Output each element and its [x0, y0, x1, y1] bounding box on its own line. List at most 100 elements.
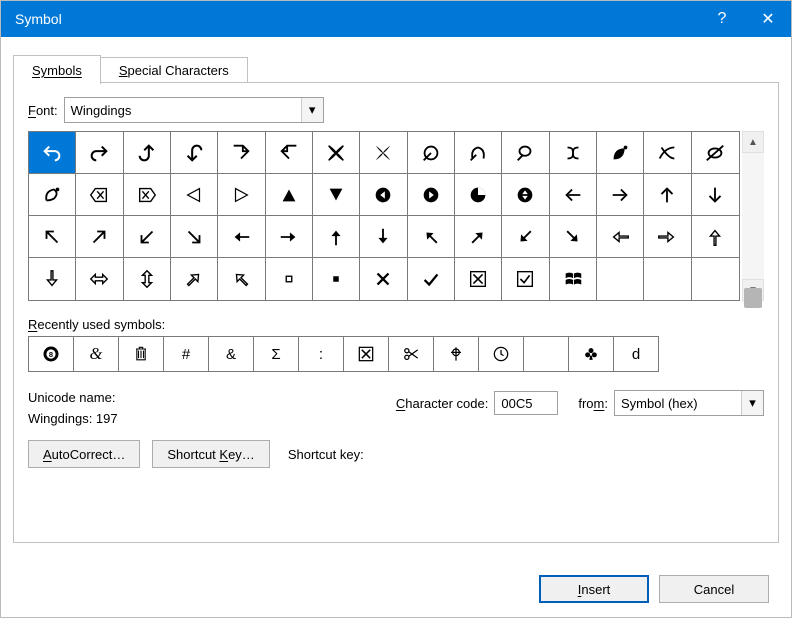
symbol-cell-small-sq[interactable] — [266, 258, 313, 300]
symbol-cell-solid-sq[interactable] — [313, 258, 360, 300]
symbol-cell-up-arrow-back[interactable] — [124, 132, 171, 174]
symbol-cell-outline-nesw[interactable] — [218, 258, 265, 300]
recent-cell-ampersand-script[interactable] — [73, 336, 119, 372]
symbol-cell-bud2[interactable] — [455, 132, 502, 174]
from-dropdown[interactable]: Symbol (hex) ▾ — [614, 390, 764, 416]
symbol-cell-leaf-curl[interactable] — [29, 174, 76, 216]
symbol-cell-erase-left[interactable] — [76, 174, 123, 216]
symbol-cell-empty[interactable] — [597, 258, 644, 300]
char-code-label: Character code: — [396, 396, 489, 411]
symbol-cell-heavy-left[interactable] — [218, 216, 265, 258]
symbol-cell-arrow-nw[interactable] — [29, 216, 76, 258]
tab-symbols[interactable]: Symbols — [13, 55, 101, 84]
symbol-cell-tri-right[interactable] — [218, 174, 265, 216]
recent-cell-clock[interactable] — [478, 336, 524, 372]
recent-cell-celtic-cross[interactable] — [433, 336, 479, 372]
symbol-cell-outline-nwse[interactable] — [171, 258, 218, 300]
symbol-cell-outline-left[interactable] — [597, 216, 644, 258]
cancel-button[interactable]: Cancel — [659, 575, 769, 603]
scrollbar[interactable]: ▲ ▼ — [742, 131, 764, 301]
recent-cell-ampersand[interactable] — [208, 336, 254, 372]
symbol-cell-tri-left[interactable] — [171, 174, 218, 216]
from-value: Symbol (hex) — [621, 396, 698, 411]
symbol-cell-circle-left[interactable] — [360, 174, 407, 216]
recent-cell-d[interactable] — [613, 336, 659, 372]
font-label: Font: — [28, 103, 58, 118]
symbol-cell-bud3[interactable] — [502, 132, 549, 174]
tab-bar: Symbols Special Characters — [13, 51, 779, 83]
symbol-cell-boxed-x[interactable] — [455, 258, 502, 300]
tab-special-characters[interactable]: Special Characters — [100, 57, 248, 83]
symbol-cell-arrow-down[interactable] — [692, 174, 739, 216]
symbol-cell-heavy-down[interactable] — [360, 216, 407, 258]
close-button[interactable]: ✕ — [745, 1, 791, 37]
symbol-cell-arrow-up[interactable] — [644, 174, 691, 216]
symbol-cell-heavy-sw[interactable] — [502, 216, 549, 258]
recent-cell-hash[interactable] — [163, 336, 209, 372]
symbol-cell-tri-up[interactable] — [266, 174, 313, 216]
font-value: Wingdings — [71, 103, 132, 118]
symbol-cell-outline-down[interactable] — [29, 258, 76, 300]
symbol-cell-empty[interactable] — [692, 258, 739, 300]
symbol-cell-clock-circle[interactable] — [455, 174, 502, 216]
symbol-cell-flower-x[interactable] — [313, 132, 360, 174]
shortcut-key-button[interactable]: Shortcut Key… — [152, 440, 269, 468]
symbol-cell-boxed-check[interactable] — [502, 258, 549, 300]
unicode-name-value: Wingdings: 197 — [28, 411, 396, 426]
recent-cell-colon[interactable] — [298, 336, 344, 372]
symbol-cell-heavy-up[interactable] — [313, 216, 360, 258]
symbol-cell-heavy-right[interactable] — [266, 216, 313, 258]
recent-cell-trash[interactable] — [118, 336, 164, 372]
symbol-cell-down-arrow-back[interactable] — [171, 132, 218, 174]
font-dropdown[interactable]: Wingdings ▾ — [64, 97, 324, 123]
symbol-grid — [28, 131, 740, 301]
symbol-cell-outline-ud[interactable] — [124, 258, 171, 300]
symbol-cell-tri-down[interactable] — [313, 174, 360, 216]
symbol-cell-empty[interactable] — [644, 258, 691, 300]
recent-cell-sigma[interactable] — [253, 336, 299, 372]
chevron-down-icon[interactable]: ▾ — [301, 98, 323, 122]
symbol-cell-heavy-se[interactable] — [550, 216, 597, 258]
scroll-track[interactable] — [742, 153, 764, 279]
symbol-cell-erase-right[interactable] — [124, 174, 171, 216]
symbol-cell-knot[interactable] — [550, 132, 597, 174]
symbol-cell-arrow-left[interactable] — [550, 174, 597, 216]
symbol-cell-heavy-ne[interactable] — [455, 216, 502, 258]
symbol-cell-windows-logo[interactable] — [550, 258, 597, 300]
recent-cell-scissors[interactable] — [388, 336, 434, 372]
recent-cell-blob[interactable] — [523, 336, 569, 372]
help-button[interactable]: ? — [699, 1, 745, 37]
symbol-cell-turn-left[interactable] — [266, 132, 313, 174]
recent-cell-boxed-x[interactable] — [343, 336, 389, 372]
recent-cell-club[interactable] — [568, 336, 614, 372]
symbol-cell-arrow-se[interactable] — [171, 216, 218, 258]
symbol-cell-leaf[interactable] — [597, 132, 644, 174]
symbol-cell-outline-up[interactable] — [692, 216, 739, 258]
symbol-cell-circle-ud[interactable] — [502, 174, 549, 216]
insert-button[interactable]: Insert — [539, 575, 649, 603]
chevron-down-icon[interactable]: ▾ — [741, 391, 763, 415]
symbol-cell-outline-right[interactable] — [644, 216, 691, 258]
symbol-cell-turn-right[interactable] — [218, 132, 265, 174]
symbol-cell-heavy-nw[interactable] — [408, 216, 455, 258]
recent-cell-billiard-8[interactable] — [28, 336, 74, 372]
symbol-cell-arrow-sw[interactable] — [124, 216, 171, 258]
symbol-cell-outline-lr[interactable] — [76, 258, 123, 300]
symbol-dialog: Symbol ? ✕ Symbols Special Characters Fo… — [0, 0, 792, 618]
char-code-input[interactable] — [494, 391, 558, 415]
symbol-cell-swash[interactable] — [644, 132, 691, 174]
scroll-thumb[interactable] — [744, 288, 762, 308]
symbol-cell-check[interactable] — [408, 258, 455, 300]
symbol-cell-bud[interactable] — [408, 132, 455, 174]
dialog-title: Symbol — [15, 11, 62, 27]
symbol-cell-leaf-o[interactable] — [692, 132, 739, 174]
symbol-cell-flower-x-bold[interactable] — [360, 132, 407, 174]
symbol-cell-arrow-ne[interactable] — [76, 216, 123, 258]
symbol-cell-fwd-arrow-back[interactable] — [76, 132, 123, 174]
symbol-cell-circle-right[interactable] — [408, 174, 455, 216]
scroll-up-icon[interactable]: ▲ — [742, 131, 764, 153]
symbol-cell-arrow-right[interactable] — [597, 174, 644, 216]
symbol-cell-x-mark[interactable] — [360, 258, 407, 300]
autocorrect-button[interactable]: AutoCorrect… — [28, 440, 140, 468]
symbol-cell-back-arrow-fwd[interactable] — [29, 132, 76, 174]
